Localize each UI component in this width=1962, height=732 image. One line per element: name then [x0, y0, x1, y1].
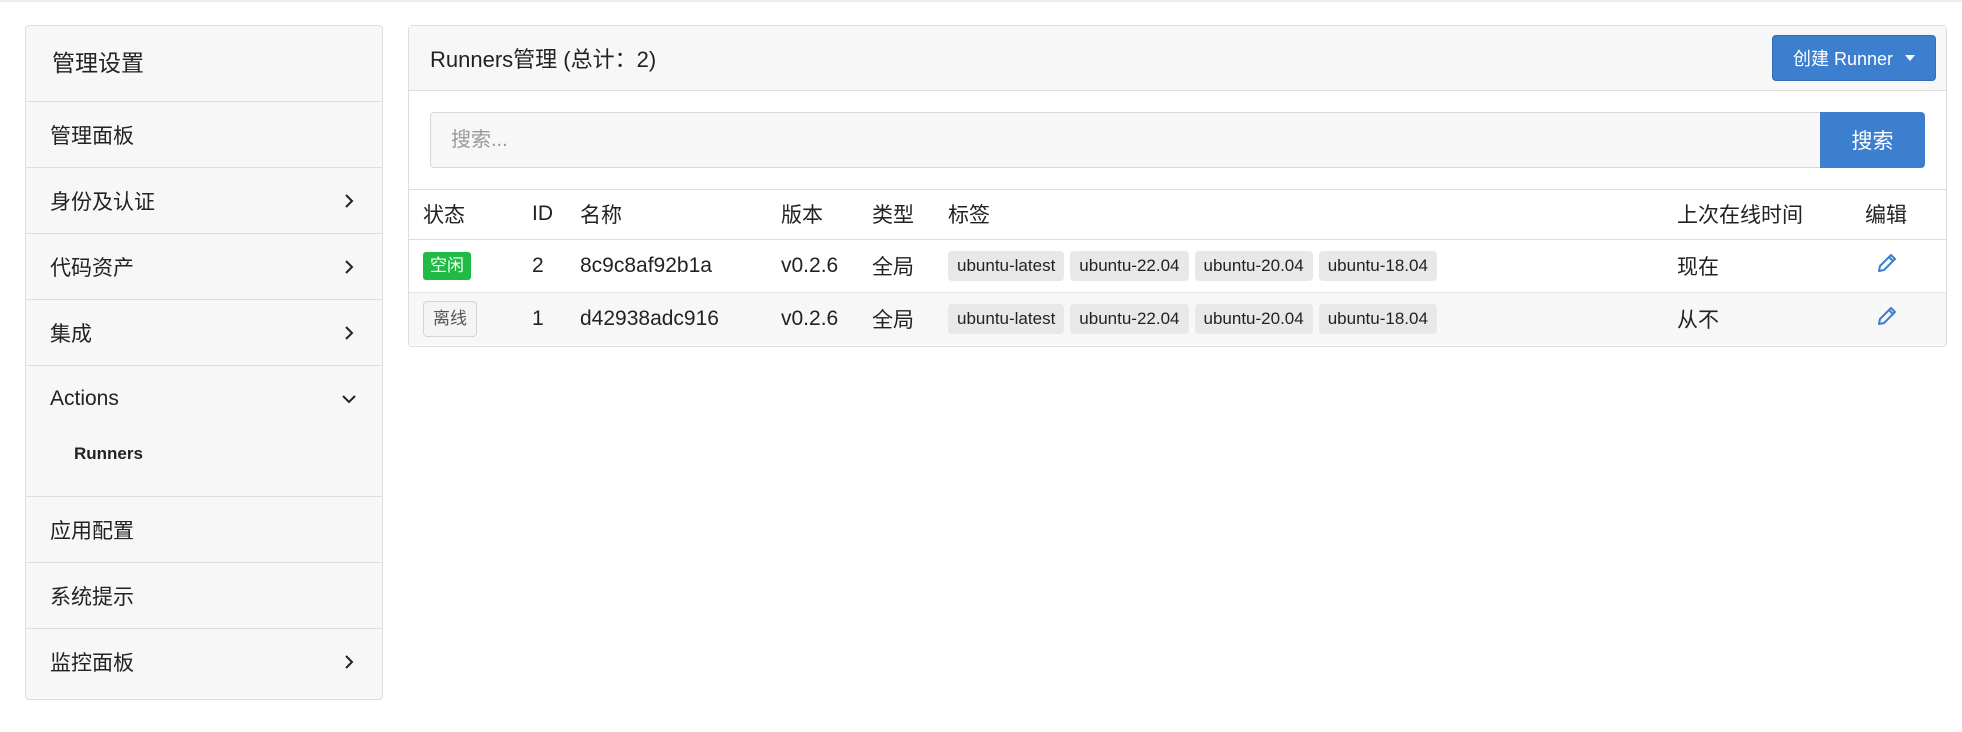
- sidebar-item-dashboard[interactable]: 管理面板: [26, 102, 382, 168]
- search-bar: 搜索: [409, 91, 1946, 190]
- cell-id: 2: [532, 253, 544, 277]
- cell-name: d42938adc916: [580, 306, 719, 330]
- chevron-right-icon: [342, 259, 356, 274]
- sidebar-item-label: 管理面板: [50, 124, 134, 148]
- runners-table: 状态 ID 名称 版本 类型 标签 上次在线时间 编辑 空闲 2 8c9c8af…: [409, 190, 1946, 345]
- status-badge: 空闲: [423, 251, 471, 280]
- table-row: 离线 1 d42938adc916 v0.2.6 全局 ubuntu-lates…: [409, 292, 1946, 345]
- pencil-icon[interactable]: [1875, 251, 1899, 275]
- sidebar-item-code-assets[interactable]: 代码资产: [26, 234, 382, 300]
- col-type[interactable]: 类型: [872, 190, 948, 239]
- sidebar-item-label: 系统提示: [50, 585, 134, 609]
- search-input[interactable]: [430, 112, 1820, 168]
- sidebar-item-monitor[interactable]: 监控面板: [26, 629, 382, 695]
- pencil-icon[interactable]: [1875, 304, 1899, 328]
- sidebar-item-integrations[interactable]: 集成: [26, 300, 382, 366]
- sidebar-item-system-notices[interactable]: 系统提示: [26, 563, 382, 629]
- cell-tags: ubuntu-latest ubuntu-22.04 ubuntu-20.04 ubu…: [948, 239, 1677, 292]
- tag-label: ubuntu-20.04: [1194, 250, 1313, 281]
- cell-name: 8c9c8af92b1a: [580, 253, 712, 277]
- tag-label: ubuntu-22.04: [1070, 303, 1189, 334]
- tag-label: ubuntu-22.04: [1070, 250, 1189, 281]
- tag-label: ubuntu-latest: [948, 250, 1065, 281]
- create-runner-label: 创建 Runner: [1792, 49, 1893, 69]
- sidebar-item-actions[interactable]: Actions: [26, 366, 382, 432]
- cell-last-online: 从不: [1677, 308, 1719, 332]
- runners-panel: Runners管理 (总计：2) 创建 Runner 搜索 状态 ID 名称 版…: [408, 25, 1947, 347]
- page-title: Runners管理 (总计：2): [430, 47, 657, 72]
- caret-down-icon: [1905, 55, 1915, 61]
- cell-id: 1: [532, 306, 544, 330]
- status-badge: 离线: [423, 300, 477, 337]
- sidebar-item-label: 监控面板: [50, 652, 134, 675]
- tag-label: ubuntu-18.04: [1318, 250, 1437, 281]
- col-edit: 编辑: [1865, 204, 1907, 228]
- create-runner-button[interactable]: 创建 Runner: [1771, 35, 1936, 81]
- cell-type: 全局: [872, 308, 914, 332]
- sidebar-item-auth[interactable]: 身份及认证: [26, 168, 382, 234]
- sidebar-item-label: 集成: [50, 322, 92, 346]
- sidebar-item-label: 代码资产: [50, 256, 134, 280]
- chevron-down-icon: [342, 392, 356, 406]
- cell-version: v0.2.6: [781, 253, 839, 277]
- tag-label: ubuntu-18.04: [1318, 303, 1437, 334]
- sidebar-item-app-config[interactable]: 应用配置: [26, 497, 382, 563]
- cell-tags: ubuntu-latest ubuntu-22.04 ubuntu-20.04 ubu…: [948, 292, 1677, 345]
- cell-last-online: 现在: [1677, 255, 1719, 279]
- chevron-right-icon: [342, 325, 356, 340]
- chevron-right-icon: [342, 655, 356, 669]
- col-last-online[interactable]: 上次在线时间: [1677, 190, 1865, 239]
- sidebar-title: 管理设置: [26, 26, 382, 102]
- cell-type: 全局: [872, 255, 914, 279]
- col-id[interactable]: ID: [532, 190, 580, 239]
- col-status[interactable]: 状态: [409, 190, 532, 239]
- sidebar-item-label: 身份及认证: [50, 190, 155, 214]
- table-row: 空闲 2 8c9c8af92b1a v0.2.6 全局 ubuntu-lates…: [409, 239, 1946, 292]
- col-tags[interactable]: 标签: [948, 190, 1677, 239]
- col-name[interactable]: 名称: [580, 190, 781, 239]
- sidebar-item-label: Actions: [50, 387, 119, 410]
- cell-version: v0.2.6: [781, 306, 839, 330]
- admin-sidebar: 管理设置 管理面板 身份及认证 代码资产 集成 Actions Runners …: [25, 25, 383, 700]
- sidebar-subitem-runners[interactable]: Runners: [26, 432, 382, 496]
- panel-header: Runners管理 (总计：2) 创建 Runner: [409, 26, 1946, 91]
- table-header-row: 状态 ID 名称 版本 类型 标签 上次在线时间 编辑: [409, 190, 1946, 239]
- col-version[interactable]: 版本: [781, 190, 872, 239]
- chevron-right-icon: [342, 193, 356, 208]
- sidebar-item-label: 应用配置: [50, 519, 134, 543]
- search-button[interactable]: 搜索: [1820, 112, 1925, 168]
- sidebar-group-actions: Actions Runners: [26, 366, 382, 497]
- tag-label: ubuntu-latest: [948, 303, 1065, 334]
- tag-label: ubuntu-20.04: [1194, 303, 1313, 334]
